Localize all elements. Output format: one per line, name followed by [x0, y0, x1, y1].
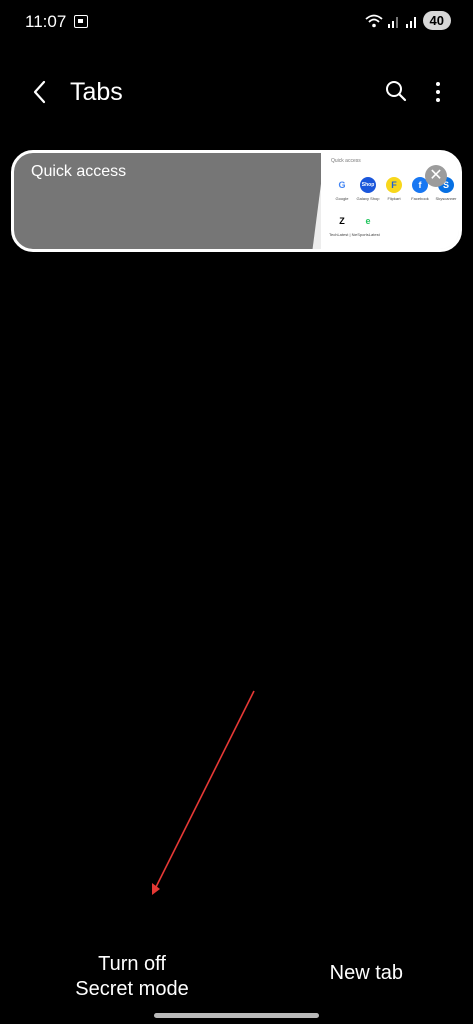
status-bar: 11:07 40 — [0, 0, 473, 44]
quick-access-shortcut[interactable]: Z TechLatest | News, G... — [329, 213, 355, 237]
wifi-icon — [364, 14, 383, 28]
shortcut-label: Flipkart — [387, 196, 401, 201]
turn-off-secret-mode-button[interactable]: Turn off Secret mode — [52, 952, 212, 1002]
shortcut-label: Galaxy Shop — [356, 196, 380, 201]
quick-access-shortcut[interactable]: Shop Galaxy Shop — [355, 177, 381, 201]
shortcut-label: Facebook — [411, 196, 429, 201]
tab-card-quick-access[interactable]: Quick access Quick access G Google Shop Gal… — [11, 150, 462, 252]
secret-mode-label-line1: Turn off — [98, 953, 166, 975]
preview-label: Quick access — [331, 158, 361, 164]
new-tab-button[interactable]: New tab — [330, 962, 403, 985]
secret-mode-label-line2: Secret mode — [75, 978, 189, 1000]
quick-access-shortcut[interactable]: G Google — [329, 177, 355, 201]
screenshot-icon — [74, 15, 88, 28]
close-tab-button[interactable]: ✕ — [425, 165, 447, 187]
battery-indicator: 40 — [422, 11, 451, 30]
shortcut-icon: Z — [334, 213, 350, 229]
clock: 11:07 — [25, 12, 67, 31]
close-icon: ✕ — [429, 167, 443, 184]
signal-icon-sim2 — [405, 14, 419, 28]
shortcut-label: Google — [335, 196, 349, 201]
quick-access-shortcut[interactable]: e eSportsLatest | News,... — [355, 213, 381, 237]
tab-title-area: Quick access — [14, 153, 325, 249]
quick-access-shortcut[interactable]: F Flipkart — [381, 177, 407, 201]
home-indicator[interactable] — [154, 1013, 319, 1018]
shortcut-label: eSportsLatest | News,... — [355, 232, 381, 237]
shortcut-icon: G — [334, 177, 350, 193]
tab-preview: Quick access G Google Shop Galaxy Shop F Flip… — [321, 153, 459, 249]
header: Tabs — [0, 70, 473, 114]
tab-title: Quick access — [31, 163, 127, 180]
shortcut-label: Skyscanner — [435, 196, 457, 201]
shortcut-icon: F — [386, 177, 402, 193]
shortcut-icon: Shop — [360, 177, 376, 193]
more-options-icon[interactable] — [431, 80, 445, 104]
status-icons: 40 — [364, 11, 451, 30]
shortcut-icon: e — [360, 213, 376, 229]
page-title: Tabs — [70, 78, 123, 106]
signal-icon-sim1 — [387, 14, 401, 28]
bottom-bar: Turn off Secret mode New tab — [0, 946, 473, 1006]
back-icon[interactable] — [30, 79, 52, 105]
shortcut-label: TechLatest | News, G... — [329, 232, 355, 237]
search-icon[interactable] — [385, 80, 407, 102]
